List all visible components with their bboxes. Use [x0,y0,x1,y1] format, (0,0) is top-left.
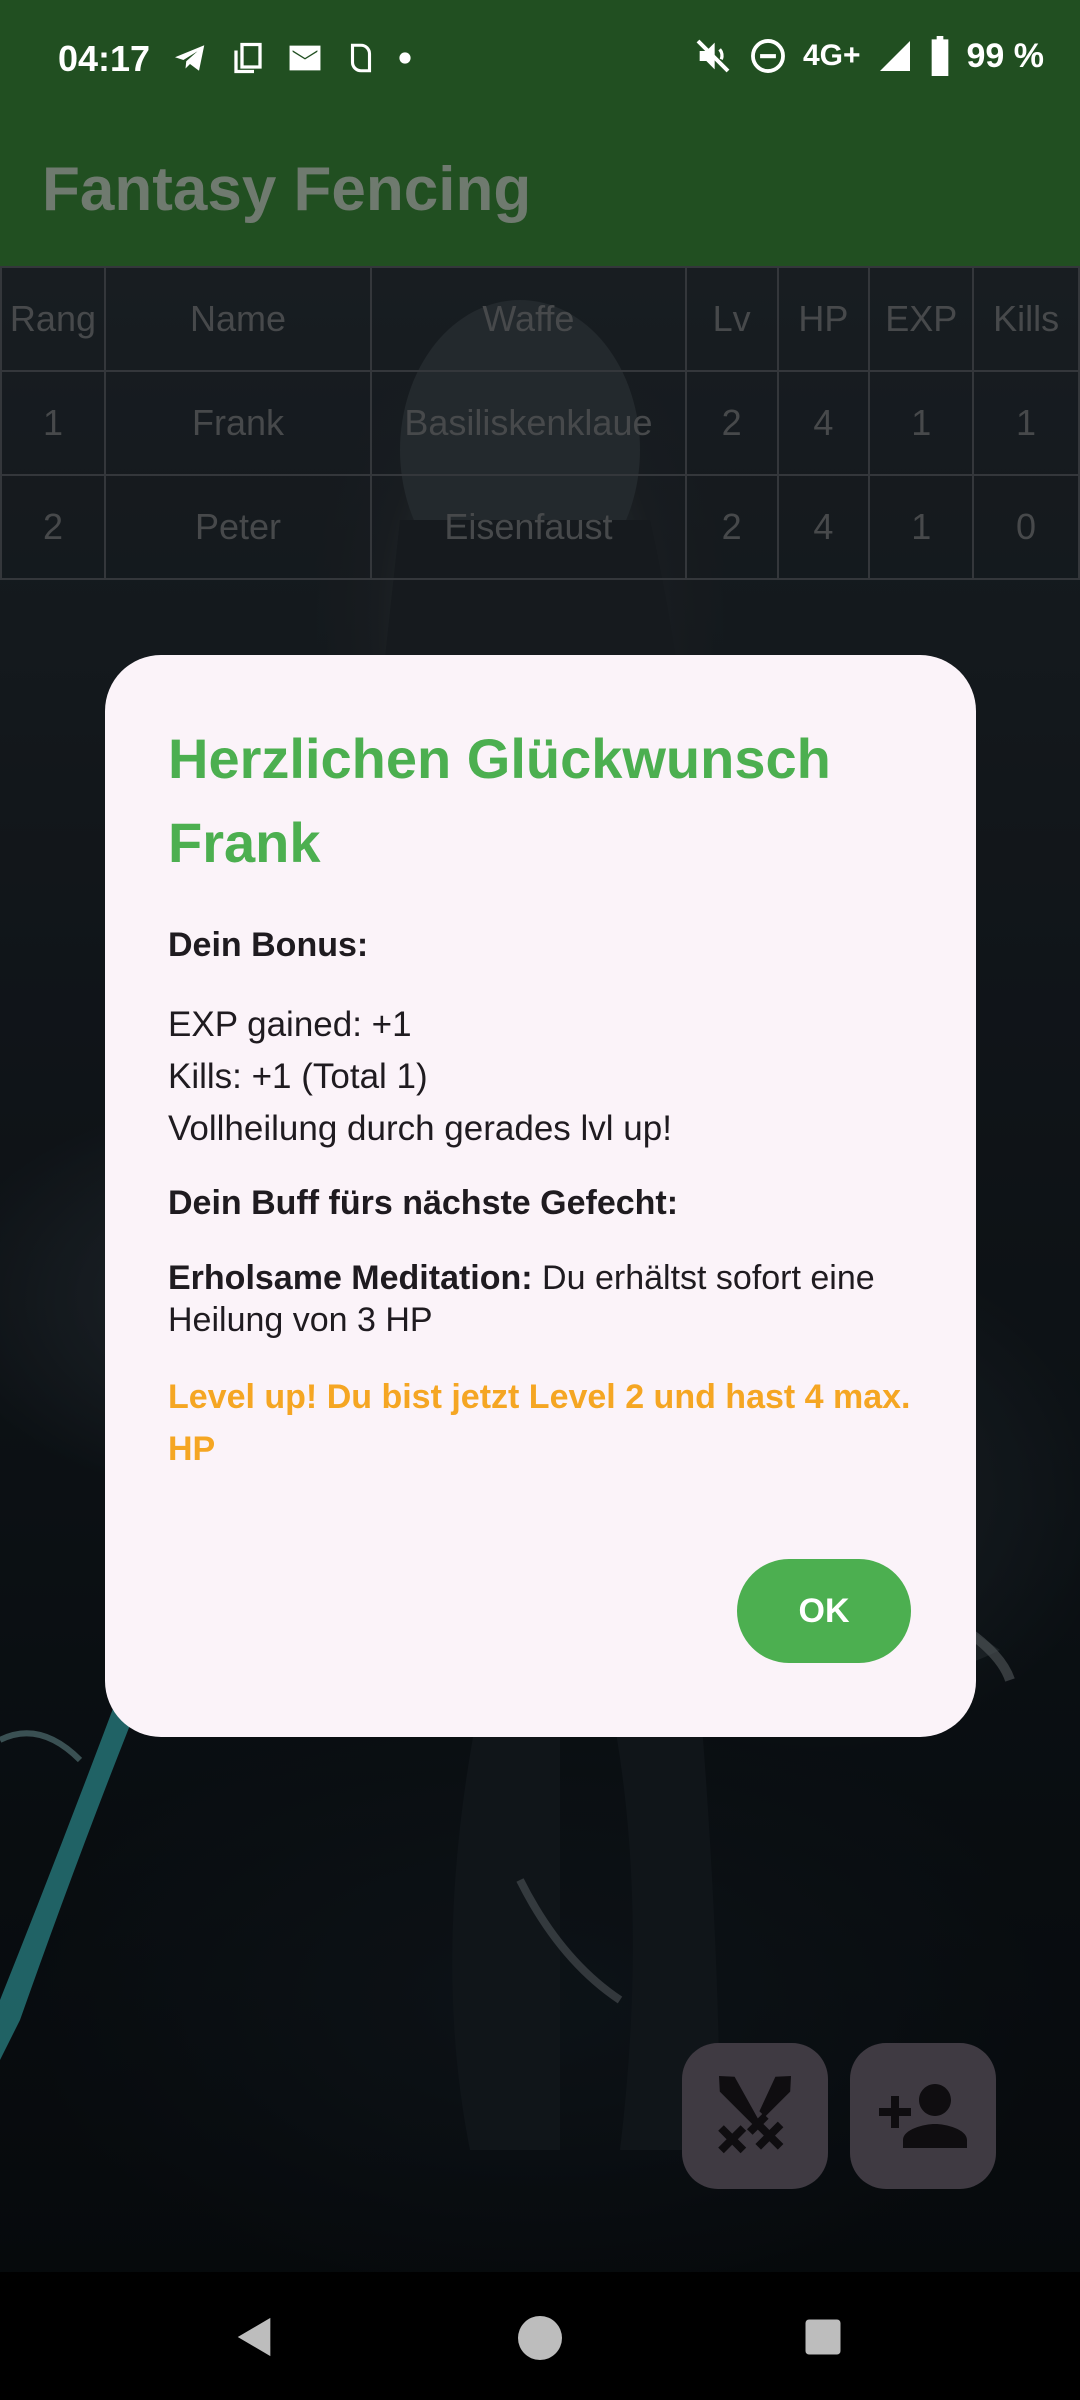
status-bar: 04:17 4G+ 99 % [0,0,1080,118]
bonus-line-heal: Vollheilung durch gerades lvl up! [168,1109,672,1148]
mute-icon [696,39,730,73]
bonus-line-exp: EXP gained: +1 [168,1005,412,1044]
buff-heading: Dein Buff fürs nächste Gefecht: [168,1184,679,1222]
back-icon[interactable] [232,2314,278,2360]
dot-icon [399,52,411,64]
status-time: 04:17 [58,38,151,79]
ok-button[interactable]: OK [737,1559,911,1663]
signal-icon [879,41,910,71]
mail-icon [289,45,321,71]
buff-name: Erholsame Meditation: [168,1259,533,1297]
bonus-line-kills: Kills: +1 (Total 1) [168,1057,428,1096]
network-type: 4G+ [802,39,861,72]
telegram-icon [175,45,205,71]
battery-level: 99 % [966,36,1045,75]
battery-icon [931,36,948,76]
app-icon [350,43,372,73]
home-icon[interactable] [516,2314,564,2362]
level-up-message: Level up! Du bist jetzt Level 2 und hast… [168,1378,911,1468]
copy-icon [234,42,262,74]
app-title: Fantasy Fencing [42,155,532,224]
app-bar: Fantasy Fencing [0,118,1080,266]
navigation-bar [0,2272,1080,2400]
dnd-icon [751,39,785,73]
congratulations-dialog: Herzlichen Glückwunsch Frank Dein Bonus:… [105,655,976,1737]
recents-icon[interactable] [802,2316,844,2358]
dialog-title: Herzlichen Glückwunsch Frank [168,727,831,874]
buff-description: Erholsame Meditation: Du erhältst sofort… [168,1257,913,1341]
bonus-heading: Dein Bonus: [168,926,369,964]
